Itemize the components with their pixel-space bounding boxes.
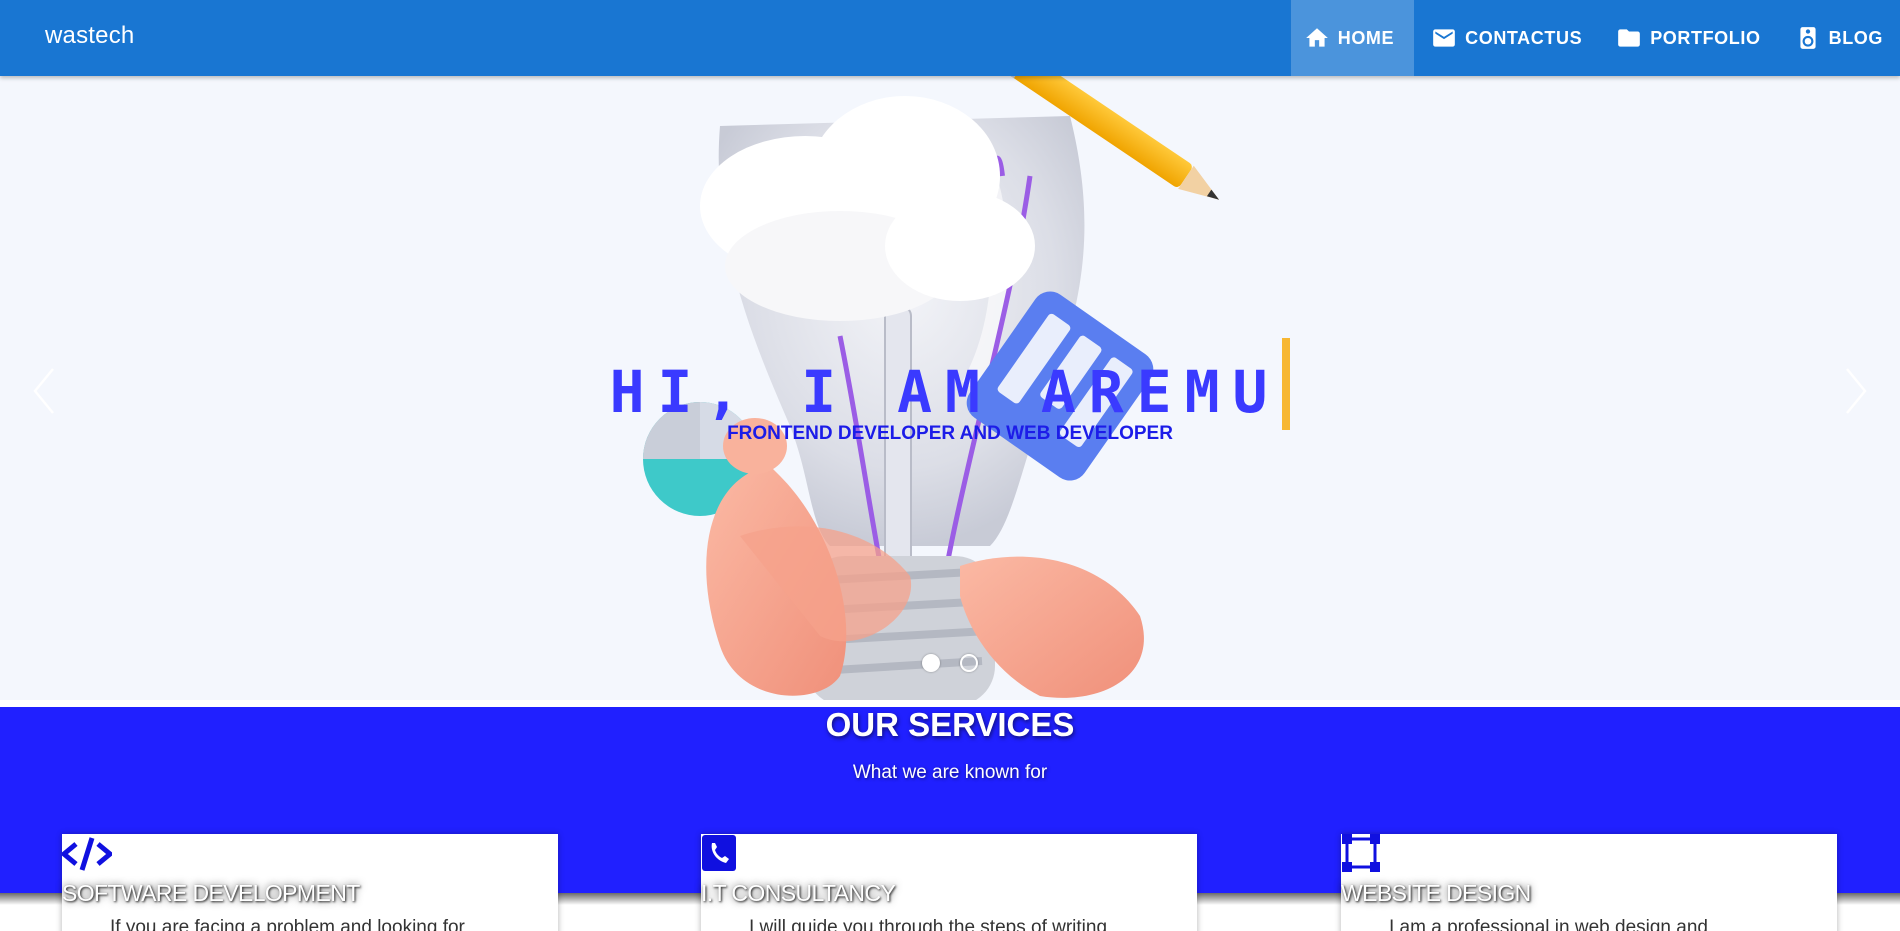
service-card-title: I.T CONSULTANCY (701, 880, 896, 906)
services-subtitle: What we are known for (852, 762, 1048, 783)
vector-square-icon (1342, 834, 1380, 872)
nav-item-blog[interactable]: BLOG (1778, 0, 1900, 76)
service-card-title: WEBSITE DESIGN (1341, 880, 1531, 906)
carousel-dot-1[interactable] (922, 654, 940, 672)
hero-subtitle: FRONTEND DEVELOPER AND WEB DEVELOPER (727, 423, 1173, 444)
service-card-software: SOFTWARE DEVELOPMENT If you are facing a… (62, 834, 558, 931)
nav-menu: HOME CONTACTUS PORTFOLIO BLOG (1290, 0, 1900, 76)
speaker-icon (1800, 27, 1816, 49)
nav-item-label: PORTFOLIO (1650, 27, 1761, 48)
nav-item-label: HOME (1337, 27, 1395, 48)
hero-title-text: HI, I AM AREMU (609, 358, 1281, 426)
service-card-text: I will guide you through the steps of wr… (749, 917, 1108, 931)
phone-icon (702, 835, 736, 871)
nav-item-home[interactable]: HOME (1290, 0, 1415, 76)
service-card-text: If you are facing a problem and looking … (110, 917, 465, 931)
service-card-consultancy: I.T CONSULTANCY I will guide you through… (701, 834, 1197, 931)
nav-item-portfolio[interactable]: PORTFOLIO (1599, 0, 1777, 76)
services-title: OUR SERVICES (825, 706, 1075, 743)
hero-carousel: HI, I AM AREMU FRONTEND DEVELOPER AND WE… (0, 76, 1900, 700)
code-icon (62, 837, 112, 871)
nav-item-label: CONTACTUS (1465, 27, 1583, 48)
carousel-dot-2[interactable] (960, 654, 978, 672)
service-card-text: I am a professional in web design and (1389, 917, 1708, 931)
hero-title: HI, I AM AREMU (0, 338, 1900, 430)
nav-item-contactus[interactable]: CONTACTUS (1414, 0, 1599, 76)
carousel-indicators (922, 654, 978, 672)
service-card-title: SOFTWARE DEVELOPMENT (62, 880, 360, 906)
nav-item-label: BLOG (1828, 27, 1883, 48)
brand-logo[interactable]: wastech (45, 22, 134, 50)
typing-cursor (1282, 338, 1291, 430)
folder-icon (1618, 29, 1641, 47)
home-icon (1305, 28, 1328, 47)
top-navbar: wastech HOME CONTACTUS PORTFOLIO BLOG (0, 0, 1900, 76)
service-card-website: WEBSITE DESIGN I am a professional in we… (1341, 834, 1837, 931)
mail-icon (1433, 29, 1455, 47)
